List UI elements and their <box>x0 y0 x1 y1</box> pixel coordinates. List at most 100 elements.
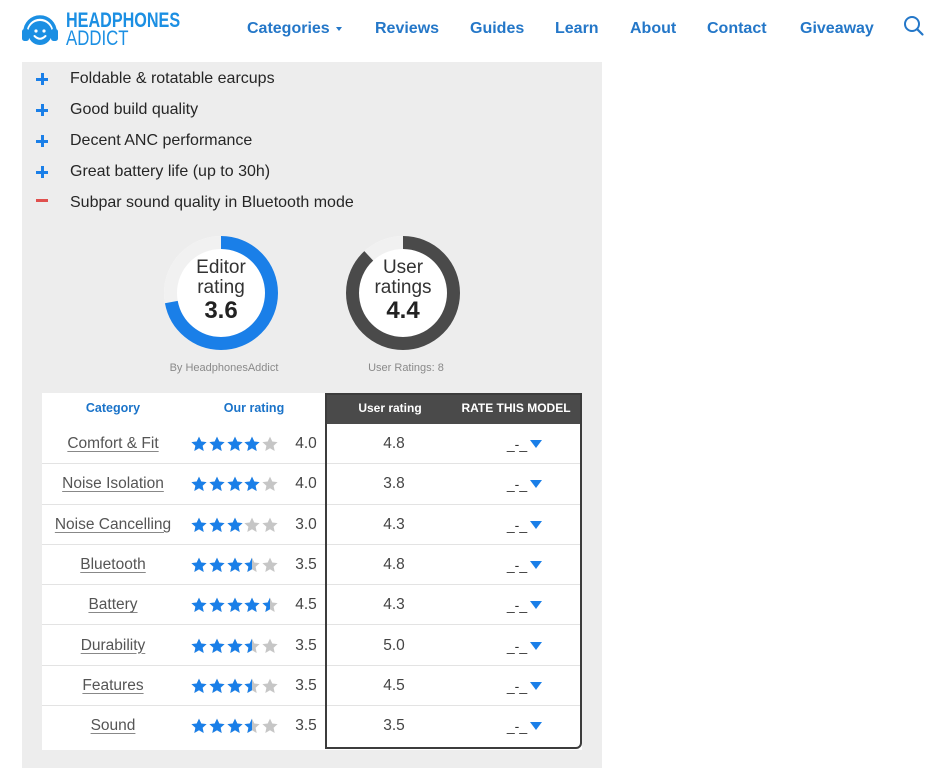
page: HEADPHONES ADDICT Categories Reviews Gui… <box>0 0 944 768</box>
rate-this-model-dropdown[interactable]: _-_ <box>497 545 557 585</box>
search-icon[interactable] <box>902 14 926 38</box>
editor-rating-label-line1: Editor <box>196 257 246 278</box>
star-full-icon <box>244 436 260 452</box>
our-rating-value: 3.5 <box>295 555 317 573</box>
category-link[interactable]: Sound <box>91 717 136 734</box>
table-row: Sound 3.5 3.5 _-_ <box>42 706 582 746</box>
star-filled-icon <box>209 718 225 734</box>
table-row: Noise Cancelling 3.0 4.3 _-_ <box>42 505 582 545</box>
nav-reviews[interactable]: Reviews <box>375 20 439 38</box>
category-cell: Features <box>42 666 184 706</box>
nav-guides[interactable]: Guides <box>470 20 524 38</box>
star-empty-icon <box>262 476 278 492</box>
table-row: Features 3.5 4.5 _-_ <box>42 666 582 707</box>
star-fill <box>191 476 207 492</box>
star-shape <box>262 436 278 451</box>
star-full-icon <box>226 638 243 654</box>
con-item: Subpar sound quality in Bluetooth mode <box>22 191 602 215</box>
caret-down-icon <box>530 480 542 489</box>
our-rating-value: 3.0 <box>295 515 317 533</box>
our-rating-stars <box>191 557 280 573</box>
category-link[interactable]: Features <box>82 677 143 694</box>
star-full-icon <box>191 476 207 492</box>
nav-learn[interactable]: Learn <box>555 20 599 38</box>
header-rate-this-model: RATE THIS MODEL <box>461 401 571 415</box>
rate-this-model-dropdown[interactable]: _-_ <box>497 505 557 545</box>
star-filled-icon <box>244 476 260 492</box>
rate-dropdown-value: _-_ <box>506 718 528 735</box>
table-row: Battery 4.5 4.3 _-_ <box>42 585 582 626</box>
star-filled-icon <box>262 597 270 613</box>
rate-this-model-dropdown[interactable]: _-_ <box>497 585 557 625</box>
our-rating-stars <box>191 517 280 533</box>
star-fill <box>244 597 260 613</box>
our-rating-stars <box>191 597 280 613</box>
plus-bar-v <box>40 135 44 147</box>
our-rating-value: 4.5 <box>295 596 317 614</box>
nav-giveaway[interactable]: Giveaway <box>800 20 874 38</box>
star-fill <box>226 597 243 613</box>
nav-categories[interactable]: Categories <box>247 20 330 38</box>
right-eye-shape <box>42 29 46 33</box>
pro-item: Good build quality <box>22 98 602 122</box>
rate-this-model-dropdown[interactable]: _-_ <box>497 464 557 504</box>
star-half-icon <box>244 557 260 573</box>
star-filled-icon <box>226 517 243 532</box>
user-rating-value: 5.0 <box>383 636 405 654</box>
category-link[interactable]: Noise Cancelling <box>55 516 171 533</box>
plus-icon <box>36 135 48 147</box>
star-shape <box>209 476 225 492</box>
star-full-icon <box>209 517 225 533</box>
user-rating-value: 3.8 <box>383 475 405 493</box>
star-empty-icon <box>262 517 278 533</box>
category-cell: Bluetooth <box>42 545 184 585</box>
star-filled-icon <box>191 517 207 532</box>
nav-contact[interactable]: Contact <box>707 20 767 38</box>
star-filled-icon <box>226 476 243 492</box>
star-full-icon <box>244 597 260 613</box>
star-shape <box>191 718 207 734</box>
category-link[interactable]: Noise Isolation <box>62 475 164 492</box>
rate-this-model-dropdown[interactable]: _-_ <box>497 424 557 464</box>
category-link[interactable]: Durability <box>81 637 146 654</box>
star-shape <box>209 718 225 734</box>
category-link[interactable]: Bluetooth <box>80 556 146 573</box>
user-rating-header-bar: User rating RATE THIS MODEL <box>325 393 582 424</box>
star-filled-icon <box>209 557 225 572</box>
star-empty-icon <box>262 678 278 694</box>
rate-dropdown-value: _-_ <box>506 677 528 694</box>
star-full-icon <box>209 718 225 734</box>
star-outline-icon <box>262 436 278 451</box>
site-logo[interactable]: HEADPHONES ADDICT <box>20 10 190 52</box>
caret-down-icon <box>530 560 542 569</box>
star-shape <box>226 718 243 734</box>
star-filled-icon <box>191 557 207 572</box>
con-text: Subpar sound quality in Bluetooth mode <box>70 194 354 211</box>
category-cell: Noise Isolation <box>42 464 184 504</box>
chevron-down-icon[interactable] <box>336 27 342 31</box>
rating-table: Category Our rating User rating RATE THI… <box>42 393 582 750</box>
our-rating-value: 3.5 <box>295 636 317 654</box>
star-full-icon <box>226 557 243 573</box>
star-shape <box>244 638 253 653</box>
star-shape <box>191 557 207 572</box>
star-half-icon <box>244 638 260 654</box>
rate-this-model-dropdown[interactable]: _-_ <box>497 706 557 746</box>
user-rating-label-line2: ratings <box>374 277 432 298</box>
star-filled-icon <box>244 436 260 451</box>
search-glyph <box>904 16 924 36</box>
category-link[interactable]: Battery <box>88 596 137 613</box>
star-shape <box>262 638 278 653</box>
star-fill <box>226 638 243 654</box>
user-rating-caption: User Ratings: 8 <box>368 362 444 374</box>
star-shape <box>209 436 225 451</box>
rate-this-model-dropdown[interactable]: _-_ <box>497 666 557 706</box>
rate-this-model-dropdown[interactable]: _-_ <box>497 626 557 666</box>
star-fill <box>209 436 225 452</box>
star-shape <box>226 476 243 492</box>
category-link[interactable]: Comfort & Fit <box>67 435 158 452</box>
star-fill <box>226 517 243 533</box>
caret-down-icon <box>530 681 542 690</box>
nav-about[interactable]: About <box>630 20 676 38</box>
rate-dropdown-value: _-_ <box>506 556 528 573</box>
